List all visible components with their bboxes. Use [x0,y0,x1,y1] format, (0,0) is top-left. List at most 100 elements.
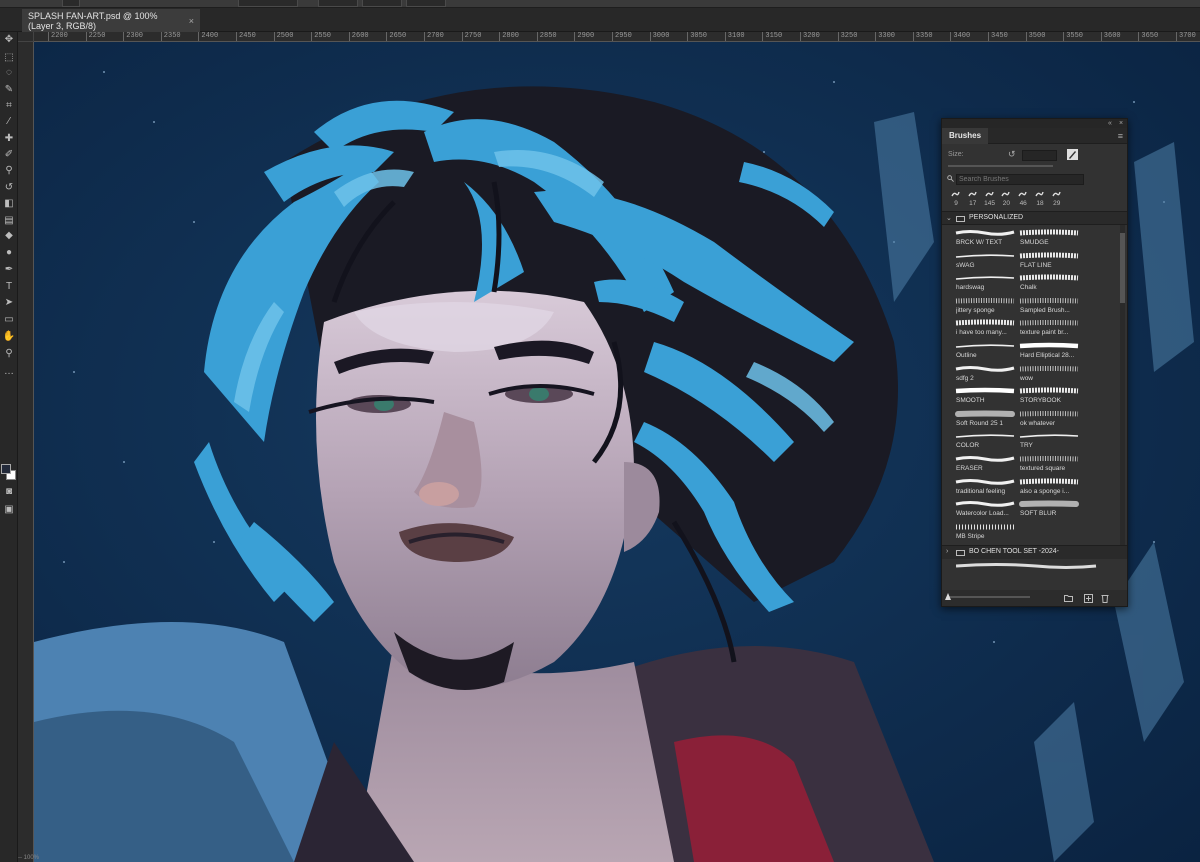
brushes-panel: « × Brushes ≡ Size: ↺ 9 17 145 20 46 18 29 ⌄ P… [941,118,1128,607]
blur-tool-icon[interactable]: ◆ [1,228,17,243]
pen-tool-icon[interactable]: ✒ [1,262,17,277]
brush-name: STORYBOOK [1020,397,1061,405]
recent-brush[interactable]: 17 [965,189,981,211]
lasso-tool-icon[interactable]: ◌ [1,65,17,80]
collapse-panel-icon[interactable]: « [1108,119,1112,128]
close-panel-icon[interactable]: × [1119,119,1123,128]
new-brush-icon[interactable] [1083,593,1093,603]
brush-preset[interactable]: textured square [1019,453,1083,475]
ruler-tick-label: 2300 [123,32,143,41]
recent-brush[interactable]: 145 [982,189,998,211]
quick-select-tool-icon[interactable]: ✎ [1,82,17,97]
rectangle-tool-icon[interactable]: ▭ [1,312,17,327]
brush-preset[interactable]: sdfg 2 [955,363,1019,385]
recent-brush[interactable]: 18 [1032,189,1048,211]
vertical-ruler[interactable] [18,42,34,862]
brush-name: jittery sponge [956,306,995,314]
brush-stroke-preview [1019,365,1079,372]
recent-brush[interactable]: 29 [1049,189,1065,211]
option-field-2[interactable] [318,0,358,7]
brush-preset[interactable]: SMUDGE [1019,227,1083,249]
ruler-tick-label: 3150 [762,32,782,41]
brush-stroke-preview [955,434,1015,439]
size-slider[interactable] [948,165,1053,167]
brush-preset[interactable]: also a sponge i... [1019,476,1083,498]
panel-menu-icon[interactable]: ≡ [1118,131,1123,141]
option-field-3[interactable] [362,0,402,7]
ruler-tick-label: 2800 [499,32,519,41]
horizontal-ruler[interactable]: 2200 2250 2300 2350 2400 2450 2500 2550 2600 2650… [34,32,1200,42]
brush-preset[interactable]: Hard Elliptical 28... [1019,340,1083,362]
more-tools-icon[interactable]: … [1,364,17,379]
quick-mask-icon[interactable]: ◙ [1,484,17,499]
brush-preset[interactable]: texture paint br... [1019,317,1083,339]
dodge-tool-icon[interactable]: ● [1,245,17,260]
move-tool-icon[interactable]: ✥ [1,32,17,47]
brush-preset[interactable]: ERASER [955,453,1019,475]
brush-preset[interactable]: ok whatever [1019,408,1083,430]
recent-brush[interactable]: 20 [998,189,1014,211]
brush-preset[interactable]: MB Stripe [955,521,1019,543]
brush-stroke-preview [1019,342,1079,349]
document-tab-title: SPLASH FAN-ART.psd @ 100% (Layer 3, RGB/… [28,10,158,31]
thumbnail-size-slider[interactable] [948,596,1030,598]
eyedropper-tool-icon[interactable]: ⁄ [1,114,17,129]
brush-preset[interactable]: Outline [955,340,1019,362]
tab-brushes[interactable]: Brushes [942,128,989,144]
panel-header: Brushes ≡ [942,128,1127,144]
brush-preset[interactable]: FLAT LINE [1019,250,1083,272]
option-field-1[interactable] [238,0,298,7]
zoom-option-button[interactable] [62,0,80,7]
brush-preset[interactable]: SMOOTH [955,385,1019,407]
brush-preset[interactable]: BRCK W/ TEXT [955,227,1019,249]
size-field[interactable] [1022,150,1057,161]
chevron-right-icon[interactable]: › [946,548,948,555]
brush-preset[interactable]: Soft Round 25 1 [955,408,1019,430]
brush-stroke-preview [956,524,1014,530]
screen-mode-icon[interactable]: ▣ [1,502,17,517]
marquee-tool-icon[interactable]: ⬚ [1,50,17,65]
brush-tool-icon[interactable]: ✐ [1,147,17,162]
brush-preset[interactable]: jittery sponge [955,295,1019,317]
zoom-tool-icon[interactable]: ⚲ [1,346,17,361]
brush-preset[interactable]: STORYBOOK [1019,385,1083,407]
eraser-tool-icon[interactable]: ◧ [1,196,17,211]
brush-preset[interactable]: SOFT BLUR [1019,498,1083,520]
brush-preset[interactable]: COLOR [955,430,1019,452]
brush-preset[interactable]: TRY [1019,430,1083,452]
brush-preset[interactable]: wow [1019,363,1083,385]
brush-preset[interactable]: Chalk [1019,272,1083,294]
recent-brush[interactable]: 46 [1015,189,1031,211]
healing-brush-tool-icon[interactable]: ✚ [1,131,17,146]
reset-size-icon[interactable]: ↺ [1008,149,1016,160]
gradient-tool-icon[interactable]: ▤ [1,213,17,228]
brush-settings-toggle-icon[interactable] [1067,149,1078,160]
brush-list-scrollbar[interactable] [1120,225,1125,545]
new-group-folder-icon[interactable] [1063,593,1073,603]
ruler-corner[interactable] [18,32,34,42]
search-input[interactable] [956,174,1084,185]
crop-tool-icon[interactable]: ⌗ [1,98,17,113]
chevron-down-icon[interactable]: ⌄ [946,214,952,222]
brush-preset[interactable]: Watercolor Load... [955,498,1019,520]
brush-group-bo-chen[interactable]: › BO CHEN TOOL SET -2024- [942,545,1127,559]
history-brush-tool-icon[interactable]: ↺ [1,180,17,195]
brush-group-personalized[interactable]: ⌄ PERSONALIZED [942,211,1127,225]
brush-preset[interactable]: hardswag [955,272,1019,294]
ruler-tick-label: 2350 [160,32,181,41]
type-tool-icon[interactable]: T [1,279,17,294]
option-field-4[interactable] [406,0,446,7]
path-select-tool-icon[interactable]: ➤ [1,295,17,310]
brush-preset[interactable]: traditional feeling [955,476,1019,498]
brush-preset[interactable]: i have too many... [955,317,1019,339]
hand-tool-icon[interactable]: ✋ [1,329,17,344]
clone-stamp-tool-icon[interactable]: ⚲ [1,163,17,178]
recent-brush[interactable]: 9 [948,189,964,211]
document-tab[interactable]: SPLASH FAN-ART.psd @ 100% (Layer 3, RGB/… [22,9,200,32]
scrollbar-thumb[interactable] [1120,233,1125,303]
foreground-color-swatch[interactable] [1,464,11,474]
brush-preset[interactable]: Sampled Brush... [1019,295,1083,317]
brush-preset[interactable]: sWAG [955,250,1019,272]
close-tab-icon[interactable]: × [189,16,194,26]
trash-icon[interactable] [1100,593,1110,603]
